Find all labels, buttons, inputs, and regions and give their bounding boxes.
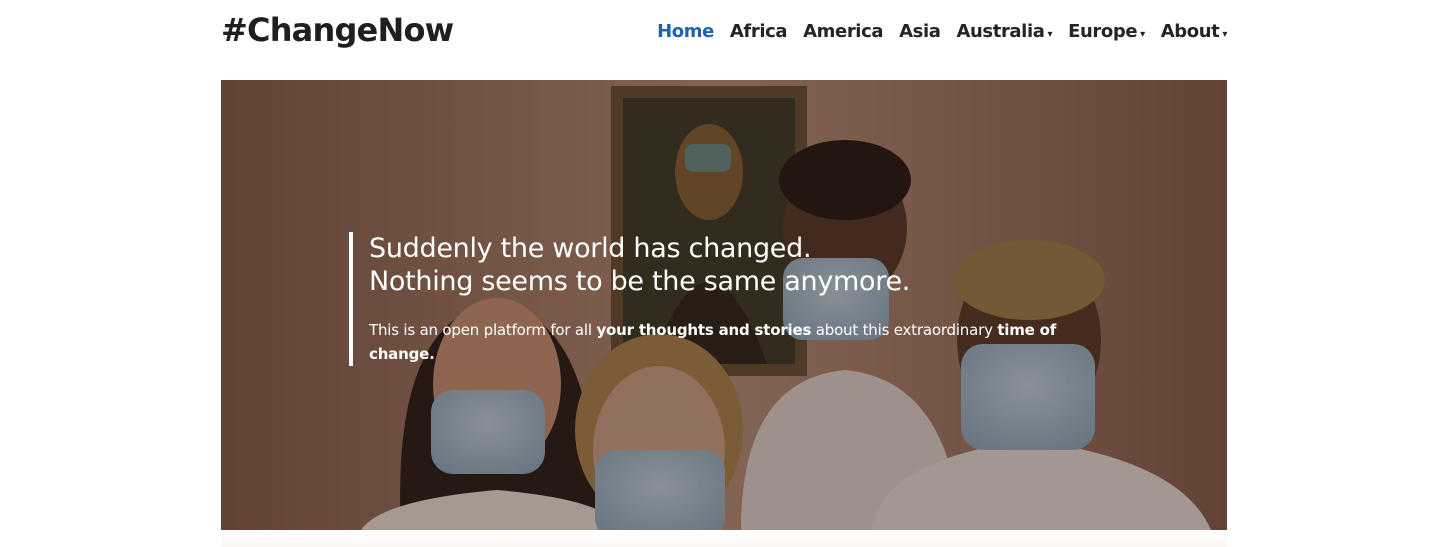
headline-line-2: Nothing seems to be the same anymore.: [369, 266, 911, 297]
nav-item-label: Africa: [729, 21, 788, 42]
nav-item-label: Home: [657, 21, 714, 42]
chevron-down-icon: ▾: [1140, 29, 1145, 40]
site-title[interactable]: #ChangeNow: [221, 10, 454, 50]
nav-item-about[interactable]: About ▾: [1160, 17, 1228, 47]
content-divider: [221, 530, 1227, 547]
nav-item-australia[interactable]: Australia ▾: [956, 17, 1052, 47]
nav-item-america[interactable]: America: [803, 20, 883, 44]
hero-banner: Suddenly the world has changed. Nothing …: [221, 80, 1227, 530]
hero-subtitle: This is an open platform for all your th…: [369, 318, 1109, 366]
nav-item-home[interactable]: Home: [657, 20, 714, 44]
chevron-down-icon: ▾: [1222, 29, 1227, 40]
subtitle-middle: about this extraordinary: [811, 321, 998, 339]
nav-item-asia[interactable]: Asia: [899, 20, 941, 44]
nav-item-label: Asia: [899, 21, 941, 42]
site-header: #ChangeNow Home Africa America Asia Aust…: [221, 0, 1227, 60]
subtitle-prefix: This is an open platform for all: [369, 321, 597, 339]
nav-item-label: America: [803, 21, 884, 42]
chevron-down-icon: ▾: [1047, 29, 1053, 40]
hero-headline: Suddenly the world has changed. Nothing …: [369, 232, 1109, 298]
nav-item-africa[interactable]: Africa: [729, 20, 788, 44]
main-nav: Home Africa America Asia Australia ▾ Eur…: [657, 17, 1227, 47]
nav-item-label: About: [1160, 21, 1220, 42]
subtitle-bold-1: your thoughts and stories: [596, 321, 812, 339]
hero-quote: Suddenly the world has changed. Nothing …: [349, 232, 1109, 366]
nav-item-label: Europe: [1068, 21, 1138, 42]
headline-line-1: Suddenly the world has changed.: [369, 233, 812, 264]
nav-item-label: Australia: [956, 21, 1045, 42]
nav-item-europe[interactable]: Europe ▾: [1068, 17, 1145, 47]
